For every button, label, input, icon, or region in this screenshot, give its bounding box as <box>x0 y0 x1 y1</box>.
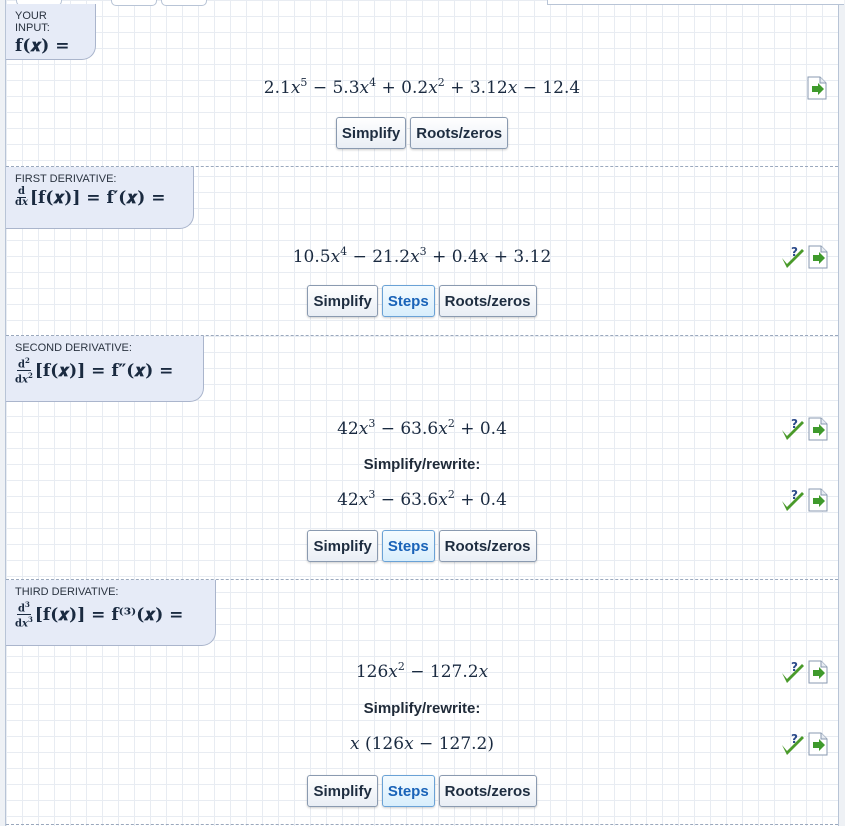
third-derivative-rewrite: x (126x − 127.2) <box>349 734 495 754</box>
check-icon[interactable]: ? <box>780 417 806 446</box>
third-derivative-label-box: THIRD DERIVATIVE: d3 dx3 [f(𝒙)] = f⁽³⁾(𝒙)… <box>6 580 216 646</box>
input-section: YOUR INPUT: f(𝒙) = 2.1x5 − 5.3x4 + 0.2x2… <box>6 4 838 167</box>
roots-zeros-button[interactable]: Roots/zeros <box>438 775 537 807</box>
third-derivative-section: THIRD DERIVATIVE: d3 dx3 [f(𝒙)] = f⁽³⁾(𝒙)… <box>6 580 838 825</box>
input-expression: 2.1x5 − 5.3x4 + 0.2x2 + 3.12x − 12.4 <box>263 76 581 98</box>
check-icon[interactable]: ? <box>780 488 806 517</box>
derivative-label: d3 dx3 [f(𝒙)] = f⁽³⁾(𝒙) = <box>15 600 203 630</box>
first-derivative-icons: ? <box>780 245 829 274</box>
first-derivative-button-row: Simplify Steps Roots/zeros <box>6 285 838 317</box>
second-derivative-rewrite-icons: ? <box>780 488 829 517</box>
simplify-button[interactable]: Simplify <box>307 285 378 317</box>
second-derivative-section: SECOND DERIVATIVE: d2 dx2 [f(𝒙)] = f″(𝒙) … <box>6 336 838 580</box>
calculator-panel: YOUR INPUT: f(𝒙) = 2.1x5 − 5.3x4 + 0.2x2… <box>5 0 844 826</box>
input-button-row: Simplify Roots/zeros <box>6 117 838 149</box>
export-icon[interactable] <box>806 76 828 105</box>
export-icon[interactable] <box>807 732 829 761</box>
d3-dx3-fraction: d3 dx3 <box>15 600 33 630</box>
steps-button[interactable]: Steps <box>381 530 435 562</box>
derivative-label-rhs: [f(𝒙)] = f′(𝒙) = <box>29 187 166 208</box>
first-derivative-section: FIRST DERIVATIVE: d dx [f(𝒙)] = f′(𝒙) = 1… <box>6 167 838 336</box>
export-icon[interactable] <box>807 245 829 274</box>
third-derivative-button-row: Simplify Steps Roots/zeros <box>6 775 838 807</box>
simplify-button[interactable]: Simplify <box>307 530 378 562</box>
second-derivative-icons: ? <box>780 417 829 446</box>
first-derivative-result: 10.5x4 − 21.2x3 + 0.4x + 3.12 <box>292 245 552 267</box>
export-icon[interactable] <box>807 488 829 517</box>
section-title: FIRST DERIVATIVE: <box>15 173 117 185</box>
input-icons <box>806 76 828 105</box>
steps-button[interactable]: Steps <box>381 285 435 317</box>
d2-dx2-fraction: d2 dx2 <box>15 356 33 386</box>
third-derivative-icons: ? <box>780 660 829 689</box>
second-derivative-label-box: SECOND DERIVATIVE: d2 dx2 [f(𝒙)] = f″(𝒙) … <box>6 336 204 402</box>
second-derivative-button-row: Simplify Steps Roots/zeros <box>6 530 838 562</box>
first-derivative-label-box: FIRST DERIVATIVE: d dx [f(𝒙)] = f′(𝒙) = <box>6 167 194 229</box>
roots-zeros-button[interactable]: Roots/zeros <box>410 117 509 149</box>
check-icon[interactable]: ? <box>780 245 806 274</box>
simplify-rewrite-label: Simplify/rewrite: <box>363 700 481 717</box>
section-title: YOUR INPUT: <box>15 10 50 34</box>
input-label-box: YOUR INPUT: f(𝒙) = <box>6 4 96 60</box>
second-derivative-rewrite: 42x3 − 63.6x2 + 0.4 <box>337 488 507 510</box>
derivative-label: d2 dx2 [f(𝒙)] = f″(𝒙) = <box>15 356 191 386</box>
second-derivative-result: 42x3 − 63.6x2 + 0.4 <box>337 417 507 439</box>
simplify-button[interactable]: Simplify <box>335 117 407 149</box>
simplify-button[interactable]: Simplify <box>307 775 378 807</box>
export-icon[interactable] <box>807 417 829 446</box>
export-icon[interactable] <box>807 660 829 689</box>
section-title: SECOND DERIVATIVE: <box>15 342 132 354</box>
roots-zeros-button[interactable]: Roots/zeros <box>438 530 537 562</box>
roots-zeros-button[interactable]: Roots/zeros <box>438 285 537 317</box>
function-label: f(𝒙) = <box>15 36 70 56</box>
steps-button[interactable]: Steps <box>381 775 435 807</box>
third-derivative-rewrite-icons: ? <box>780 732 829 761</box>
simplify-rewrite-label: Simplify/rewrite: <box>363 456 481 473</box>
derivative-label-rhs: [f(𝒙)] = f″(𝒙) = <box>34 360 174 381</box>
section-title: THIRD DERIVATIVE: <box>15 586 119 598</box>
check-icon[interactable]: ? <box>780 732 806 761</box>
derivative-label: d dx [f(𝒙)] = f′(𝒙) = <box>15 187 181 208</box>
check-icon[interactable]: ? <box>780 660 806 689</box>
d-dx-fraction: d dx <box>15 186 28 208</box>
derivative-label-rhs: [f(𝒙)] = f⁽³⁾(𝒙) = <box>34 604 184 625</box>
third-derivative-result: 126x2 − 127.2x <box>355 660 489 682</box>
